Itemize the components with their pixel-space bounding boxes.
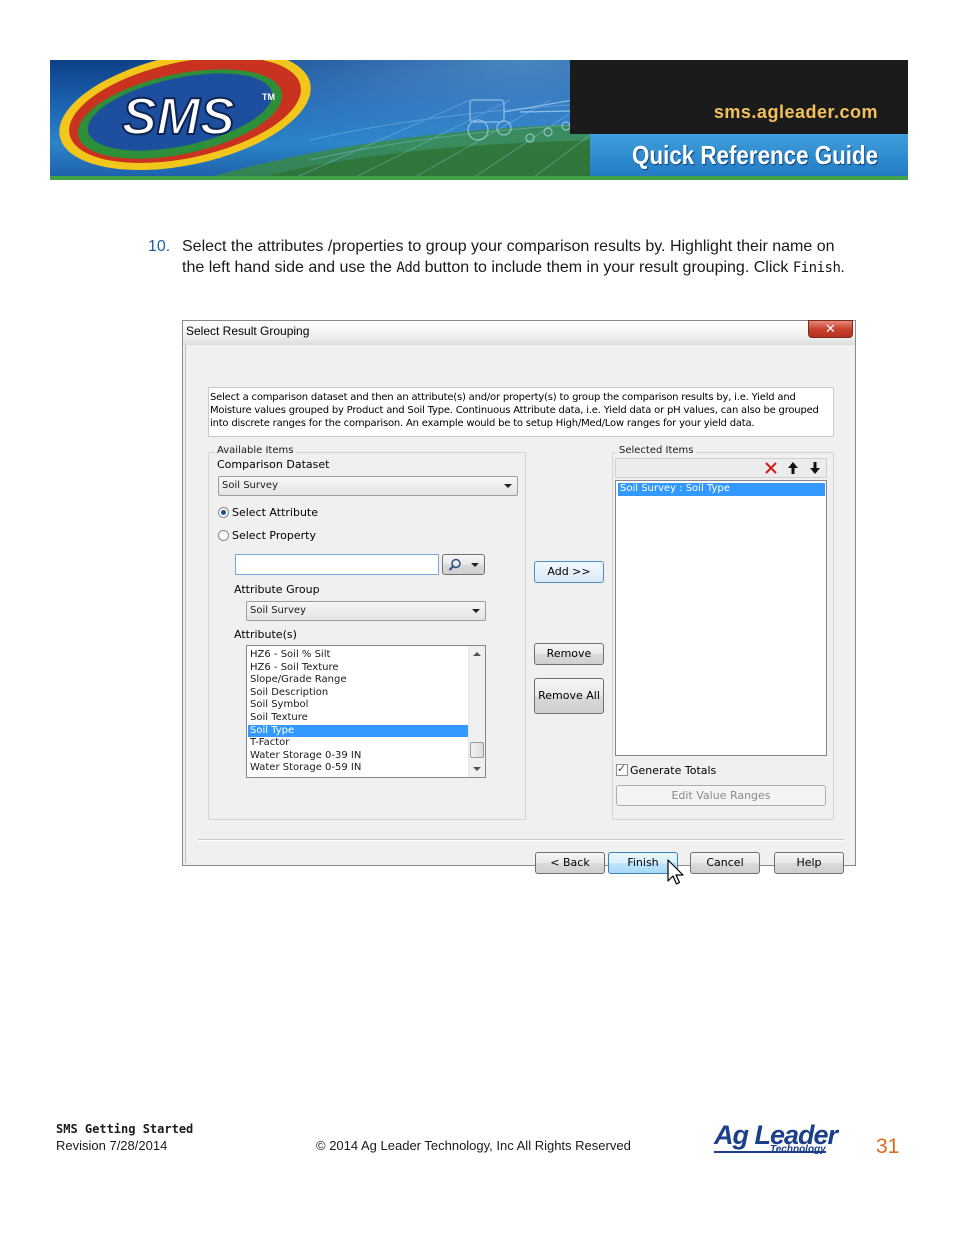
guide-title: Quick Reference Guide	[631, 140, 878, 170]
back-button[interactable]: < Back	[535, 852, 605, 874]
step-number: 10.	[148, 238, 171, 255]
delete-icon[interactable]	[764, 461, 778, 475]
mouse-cursor-icon	[667, 859, 684, 885]
selected-list-item[interactable]: Soil Survey : Soil Type	[618, 483, 825, 496]
step-text-2: button to include them in your result gr…	[420, 259, 793, 276]
attribute-list-item[interactable]: Soil Type	[248, 724, 468, 738]
edit-value-ranges-button[interactable]: Edit Value Ranges	[616, 785, 826, 806]
attribute-list-item[interactable]: T-Factor	[248, 737, 468, 750]
selected-items-label: Selected Items	[617, 445, 696, 456]
description-box: Select a comparison dataset and then an …	[208, 387, 834, 437]
svg-text:SMS: SMS	[122, 88, 235, 146]
attributes-list-items: HZ6 - Soil % Silt HZ6 - Soil Texture Slope…	[248, 649, 468, 775]
cancel-button[interactable]: Cancel	[690, 852, 760, 874]
svg-text:TM: TM	[262, 92, 275, 102]
remove-button[interactable]: Remove	[534, 643, 604, 665]
attribute-group-label: Attribute Group	[234, 583, 320, 596]
select-property-label[interactable]: Select Property	[232, 529, 316, 542]
chevron-down-icon	[504, 484, 512, 488]
attribute-list-item[interactable]: Water Storage 0-39 IN	[248, 750, 468, 763]
scroll-up-icon[interactable]	[473, 652, 481, 656]
generate-totals-checkbox[interactable]	[616, 762, 628, 776]
attribute-search-input[interactable]	[235, 554, 439, 575]
instruction-step: 10. Select the attributes /properties to…	[148, 236, 848, 279]
dialog-titlebar[interactable]: Select Result Grouping ✕	[183, 320, 855, 345]
sms-logo: SMS TM	[59, 60, 311, 171]
attribute-list-item[interactable]: HZ6 - Soil Texture	[248, 662, 468, 675]
selected-items-toolbar	[615, 458, 827, 478]
move-up-icon[interactable]	[786, 461, 800, 475]
select-attribute-label[interactable]: Select Attribute	[232, 506, 318, 519]
remove-all-button[interactable]: Remove All	[534, 678, 604, 714]
select-attribute-radio[interactable]	[218, 507, 229, 518]
comparison-dataset-value: Soil Survey	[222, 480, 278, 491]
select-result-grouping-dialog: Select Result Grouping ✕ Select a compar…	[182, 320, 856, 885]
attribute-list-item[interactable]: Water Storage 0-59 IN	[248, 762, 468, 775]
attribute-group-value: Soil Survey	[250, 605, 306, 616]
bottom-separator	[198, 839, 844, 841]
attribute-list-item[interactable]: Soil Description	[248, 687, 468, 700]
banner-bottom-line	[50, 176, 908, 180]
brand-sub: Technology	[770, 1144, 826, 1155]
step-body: Select the attributes /properties to gro…	[182, 236, 848, 279]
header-banner: sms.agleader.com Quick Reference Guide S…	[50, 60, 908, 180]
comparison-dataset-select[interactable]: Soil Survey	[218, 476, 518, 496]
dialog-client-area: Select a comparison dataset and then an …	[185, 345, 853, 885]
attribute-group-select[interactable]: Soil Survey	[246, 601, 486, 621]
move-down-icon[interactable]	[808, 461, 822, 475]
attribute-list-item[interactable]: HZ6 - Soil % Silt	[248, 649, 468, 662]
ag-leader-logo: Ag Leader Technology	[712, 1120, 852, 1160]
scrollbar-thumb[interactable]	[470, 742, 484, 758]
page-number: 31	[876, 1135, 900, 1158]
chevron-down-icon	[471, 563, 479, 567]
footer-revision: Revision 7/28/2014	[56, 1138, 168, 1153]
add-button[interactable]: Add >>	[534, 561, 604, 583]
attribute-list-item[interactable]: Soil Symbol	[248, 699, 468, 712]
attributes-list[interactable]: HZ6 - Soil % Silt HZ6 - Soil Texture Slope…	[246, 645, 486, 778]
attributes-label: Attribute(s)	[234, 628, 297, 641]
available-items-label: Available Items	[215, 445, 296, 456]
search-icon	[448, 558, 461, 571]
step-text-3: .	[840, 259, 845, 276]
search-dropdown-button[interactable]	[442, 554, 485, 575]
footer-copyright: © 2014 Ag Leader Technology, Inc All Rig…	[316, 1138, 631, 1153]
dialog-title: Select Result Grouping	[186, 324, 310, 338]
attribute-list-item[interactable]: Slope/Grade Range	[248, 674, 468, 687]
scroll-down-icon[interactable]	[473, 767, 481, 771]
attributes-scrollbar[interactable]	[468, 646, 485, 777]
help-button[interactable]: Help	[774, 852, 844, 874]
comparison-dataset-label: Comparison Dataset	[217, 458, 330, 471]
keyword-finish: Finish	[792, 260, 841, 276]
select-property-radio[interactable]	[218, 530, 229, 541]
selected-items-list-items: Soil Survey : Soil Type	[618, 483, 825, 496]
chevron-down-icon	[472, 609, 480, 613]
site-url: sms.agleader.com	[713, 102, 878, 122]
generate-totals-label[interactable]: Generate Totals	[630, 764, 716, 777]
keyword-add: Add	[396, 260, 421, 276]
selected-items-list[interactable]: Soil Survey : Soil Type	[615, 480, 827, 756]
footer-doc-title: SMS Getting Started	[56, 1122, 194, 1136]
close-button[interactable]: ✕	[808, 320, 853, 338]
attribute-list-item[interactable]: Soil Texture	[248, 712, 468, 725]
